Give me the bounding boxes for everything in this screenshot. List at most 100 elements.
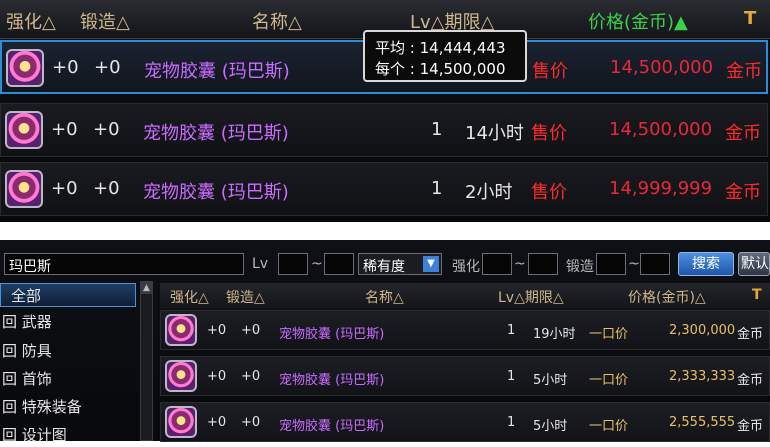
- chevron-down-icon[interactable]: ▼: [423, 256, 439, 272]
- item-price: 2,333,333: [669, 369, 736, 384]
- tooltip-average: 平均 : 14,444,443: [375, 37, 506, 58]
- header-lv-limit[interactable]: Lv△期限△: [498, 287, 564, 307]
- item-name: 宠物胶囊 (玛巴斯): [279, 419, 385, 434]
- sidebar-item-accessories[interactable]: 回 首饰: [0, 367, 138, 391]
- header-forge[interactable]: 锻造△: [80, 8, 130, 34]
- enhance-value: +0: [207, 369, 227, 384]
- sidebar-item-all[interactable]: 全部: [0, 283, 136, 307]
- top-auction-panel: 强化△ 锻造△ 名称△ Lv△期限△ 价格(金币)▲ T +0 +0 宠物胶囊 …: [0, 0, 770, 222]
- header-name[interactable]: 名称△: [252, 8, 302, 34]
- forge-max-input[interactable]: [640, 253, 670, 275]
- enhance-value: +0: [52, 57, 79, 78]
- price-tooltip: 平均 : 14,444,443 每个 : 14,500,000: [363, 30, 527, 82]
- tooltip-each-value: : 14,500,000: [409, 60, 506, 78]
- rarity-label: 稀有度: [363, 259, 405, 275]
- item-name: 宠物胶囊 (玛巴斯): [279, 327, 385, 342]
- default-button[interactable]: 默认: [738, 252, 770, 276]
- pet-capsule-icon: [165, 360, 197, 392]
- enhance-tilde: ~: [514, 256, 526, 272]
- rarity-dropdown[interactable]: 稀有度 ▼: [358, 253, 442, 275]
- sale-type: 售价: [531, 182, 567, 203]
- currency: 金币: [726, 61, 762, 82]
- table-row[interactable]: +0 +0 宠物胶囊 (玛巴斯) 1 14小时 售价 14,500,000 金币: [0, 103, 768, 157]
- table-row[interactable]: +0 +0 宠物胶囊 (玛巴斯) 1 5小时 一口价 2,555,555 金币: [160, 402, 770, 442]
- item-level: 1: [507, 415, 516, 430]
- lv-min-input[interactable]: [278, 253, 308, 275]
- forge-value: +0: [241, 415, 261, 430]
- item-name: 宠物胶囊 (玛巴斯): [144, 61, 290, 82]
- search-button[interactable]: 搜索: [678, 252, 734, 276]
- sale-type: 一口价: [589, 373, 629, 388]
- item-level: 1: [431, 178, 443, 199]
- table-row[interactable]: +0 +0 宠物胶囊 (玛巴斯) 1 2小时 售价 14,999,999 金币: [0, 162, 768, 216]
- forge-value: +0: [241, 323, 261, 338]
- forge-tilde: ~: [628, 256, 640, 272]
- forge-min-input[interactable]: [596, 253, 626, 275]
- table-row[interactable]: +0 +0 宠物胶囊 (玛巴斯) 1 5小时 一口价 2,333,333 金币: [160, 356, 770, 396]
- enhance-max-input[interactable]: [528, 253, 558, 275]
- search-bar: 玛巴斯 Lv ~ 稀有度 ▼ 强化 ~ 锻造 ~ 搜索 默认: [0, 250, 770, 278]
- time-remaining: 19小时: [533, 327, 576, 342]
- item-price: 14,500,000: [610, 57, 714, 78]
- pet-capsule-icon: [165, 314, 197, 346]
- item-price: 2,555,555: [669, 415, 736, 430]
- header-enhance[interactable]: 强化△: [6, 8, 56, 34]
- search-input[interactable]: 玛巴斯: [4, 253, 244, 275]
- item-price: 14,999,999: [609, 178, 713, 199]
- sidebar-item-blueprints[interactable]: 回 设计图: [0, 423, 138, 447]
- time-remaining: 5小时: [533, 373, 568, 388]
- forge-value: +0: [94, 57, 121, 78]
- lv-label: Lv: [252, 256, 269, 272]
- hammer-icon[interactable]: T: [744, 8, 756, 29]
- header-name[interactable]: 名称△: [365, 287, 404, 307]
- sale-type: 售价: [532, 61, 568, 82]
- hammer-icon[interactable]: T: [752, 287, 762, 303]
- lv-tilde: ~: [311, 256, 323, 272]
- item-level: 1: [507, 369, 516, 384]
- tooltip-average-value: : 14,444,443: [409, 39, 506, 57]
- lv-max-input[interactable]: [324, 253, 354, 275]
- time-remaining: 14小时: [465, 123, 524, 144]
- header-price[interactable]: 价格(金币)△: [628, 287, 706, 307]
- forge-value: +0: [93, 119, 120, 140]
- bottom-table-header: 强化△ 锻造△ 名称△ Lv△期限△ 价格(金币)△ T: [160, 283, 770, 309]
- forge-value: +0: [241, 369, 261, 384]
- item-name: 宠物胶囊 (玛巴斯): [143, 182, 289, 203]
- forge-filter-label: 锻造: [566, 259, 594, 275]
- header-price[interactable]: 价格(金币)▲: [588, 8, 688, 34]
- sidebar-scrollbar[interactable]: ▲: [140, 281, 153, 441]
- currency: 金币: [737, 327, 764, 342]
- pet-capsule-icon: [6, 49, 44, 87]
- tooltip-each-label: 每个: [375, 60, 406, 78]
- time-remaining: 2小时: [465, 182, 513, 203]
- sidebar-item-weapons[interactable]: 回 武器: [0, 310, 138, 334]
- enhance-value: +0: [51, 178, 78, 199]
- currency: 金币: [737, 373, 764, 388]
- pet-capsule-icon: [5, 111, 43, 149]
- enhance-value: +0: [207, 415, 227, 430]
- header-forge[interactable]: 锻造△: [226, 287, 265, 307]
- sale-type: 售价: [531, 123, 567, 144]
- pet-capsule-icon: [5, 170, 43, 208]
- header-enhance[interactable]: 强化△: [170, 287, 209, 307]
- scroll-up-icon[interactable]: ▲: [141, 282, 152, 294]
- enhance-value: +0: [207, 323, 227, 338]
- sidebar-item-armor[interactable]: 回 防具: [0, 339, 138, 363]
- sale-type: 一口价: [589, 327, 629, 342]
- pet-capsule-icon: [165, 406, 197, 438]
- table-row[interactable]: +0 +0 宠物胶囊 (玛巴斯) 1 19小时 一口价 2,300,000 金币: [160, 310, 770, 350]
- sale-type: 一口价: [589, 419, 629, 434]
- enhance-value: +0: [51, 119, 78, 140]
- enhance-filter-label: 强化: [452, 259, 480, 275]
- category-sidebar: 全部 回 武器 回 防具 回 首饰 回 特殊装备 回 设计图: [0, 281, 138, 444]
- enhance-min-input[interactable]: [482, 253, 512, 275]
- item-name: 宠物胶囊 (玛巴斯): [279, 373, 385, 388]
- item-name: 宠物胶囊 (玛巴斯): [143, 123, 289, 144]
- item-price: 14,500,000: [609, 119, 713, 140]
- item-level: 1: [507, 323, 516, 338]
- time-remaining: 5小时: [533, 419, 568, 434]
- currency: 金币: [737, 419, 764, 434]
- forge-value: +0: [93, 178, 120, 199]
- tooltip-each: 每个 : 14,500,000: [375, 58, 506, 79]
- sidebar-item-special-equipment[interactable]: 回 特殊装备: [0, 395, 138, 419]
